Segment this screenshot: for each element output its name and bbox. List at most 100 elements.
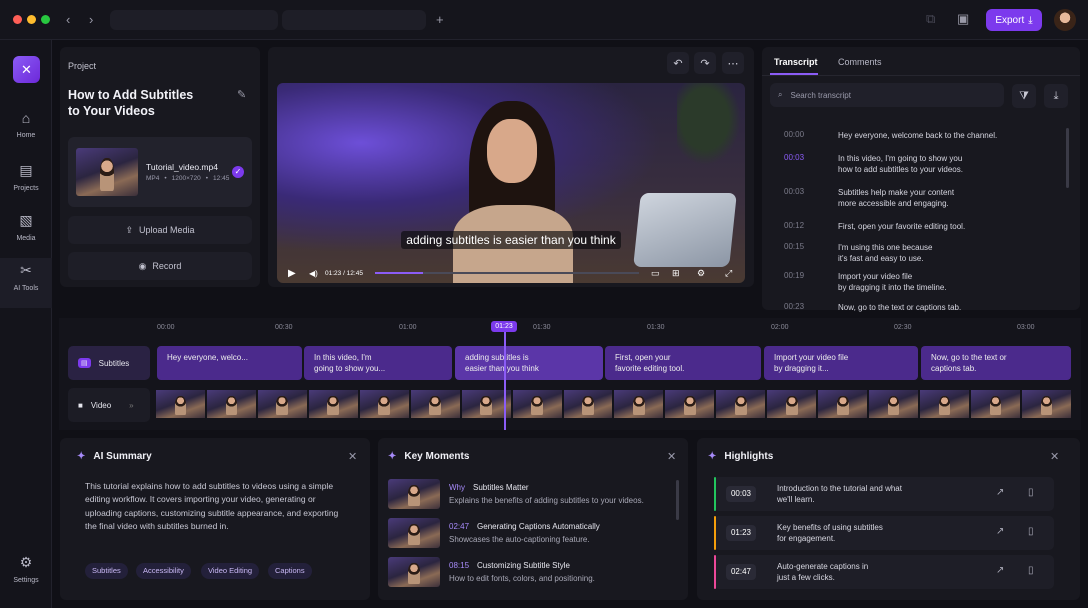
subtitles-icon: ▤ [78, 358, 91, 368]
project-title: How to Add Subtitles to Your Videos [68, 87, 193, 119]
key-moments-header: ✦ Key Moments [388, 451, 469, 462]
record-button[interactable]: ◉ Record [68, 252, 252, 280]
subtitles-toggle-icon[interactable]: ▭ [651, 268, 660, 279]
highlight-item[interactable]: 02:47 Auto-generate captions in just a few… [714, 555, 1054, 589]
settings-icon[interactable]: ⚙ [697, 268, 705, 279]
file-format: MP4 [146, 175, 160, 182]
highlight-line: for engagement. [777, 534, 836, 543]
frame-thumbnail [512, 390, 562, 418]
progress-bar[interactable] [375, 272, 639, 274]
subtitles-track-label[interactable]: ▤ Subtitles [68, 346, 150, 380]
transcript-time: 00:03 [784, 153, 805, 162]
bookmark-icon[interactable]: ▯ [1028, 526, 1034, 537]
sidebar-item-projects[interactable]: ▤ Projects [0, 158, 52, 204]
subtitle-clip[interactable]: Import your video file by dragging it... [764, 346, 918, 380]
clip-text: adding subtitles is [465, 353, 529, 362]
volume-icon[interactable]: ◀) [309, 269, 318, 278]
share-icon[interactable]: ↗ [996, 526, 1004, 537]
redo-icon[interactable]: ↷ [694, 52, 716, 74]
cast-icon[interactable]: ⧉ [926, 12, 935, 26]
share-icon[interactable]: ↗ [996, 565, 1004, 576]
undo-icon[interactable]: ↶ [667, 52, 689, 74]
highlight-item[interactable]: 01:23 Key benefits of using subtitles for … [714, 516, 1054, 550]
tab-transcript[interactable]: Transcript [774, 57, 818, 67]
subtitle-clip[interactable]: First, open your favorite editing tool. [605, 346, 761, 380]
media-file-card[interactable]: Tutorial_video.mp4 MP4 • 1200×720 • 12:45 [68, 137, 252, 207]
app-logo-icon[interactable]: ✕ [13, 56, 40, 83]
transcript-scrollbar[interactable] [1066, 128, 1069, 188]
close-icon[interactable]: ✕ [348, 450, 357, 463]
project-title-line: to Your Videos [68, 104, 155, 118]
maximize-window-button[interactable] [41, 15, 50, 24]
key-moment-item[interactable]: Why Subtitles Matter Explains the benefits… [388, 479, 668, 511]
sidebar-item-media[interactable]: ▧ Media [0, 208, 52, 254]
close-icon[interactable]: ✕ [1050, 450, 1059, 463]
chat-icon[interactable]: ▣ [957, 12, 969, 26]
transcript-text: Subtitles help make your content more acc… [838, 187, 954, 209]
address-bar[interactable] [110, 10, 278, 30]
transcript-time: 00:03 [784, 187, 805, 196]
moment-thumbnail [388, 557, 440, 587]
minimize-window-button[interactable] [27, 15, 36, 24]
track-collapse-icon[interactable]: » [129, 401, 133, 410]
summary-line: editing workflow. It covers importing yo… [85, 494, 316, 505]
upload-media-button[interactable]: ⇪ Upload Media [68, 216, 252, 244]
sparkle-icon: ✦ [388, 451, 397, 462]
video-track-label[interactable]: ■ Video » [68, 388, 150, 422]
highlight-text: Key benefits of using subtitles for engag… [777, 522, 883, 544]
tag-chip[interactable]: Captions [268, 563, 312, 579]
folder-icon: ▤ [19, 162, 33, 178]
key-moment-item[interactable]: 02:47 Generating Captions Automatically Sh… [388, 518, 668, 550]
search-transcript-input[interactable]: ⌕ Search transcript [770, 83, 1004, 107]
highlight-item[interactable]: 00:03 Introduction to the tutorial and wh… [714, 477, 1054, 511]
new-tab-plus-icon[interactable]: + [436, 13, 444, 27]
transcript-text: I'm using this one because it's fast and … [838, 242, 932, 264]
project-title-line: How to Add Subtitles [68, 88, 194, 102]
filter-icon[interactable]: ⧩ [1012, 84, 1036, 108]
tag-chip[interactable]: Subtitles [85, 563, 128, 579]
background-plant [677, 83, 745, 173]
key-moment-item[interactable]: 08:15 Customizing Subtitle Style How to ed… [388, 557, 668, 589]
fullscreen-icon[interactable]: ⤢ [725, 268, 732, 279]
tag-chip[interactable]: Accessibility [136, 563, 191, 579]
export-button[interactable]: Export ⤓ [986, 9, 1042, 31]
sidebar-item-home[interactable]: ⌂ Home [0, 106, 52, 152]
transcript-line: Now, go to the text or captions tab. [838, 303, 962, 312]
subtitle-clip[interactable]: Now, go to the text or captions tab. [921, 346, 1071, 380]
more-options-icon[interactable]: ⋯ [722, 52, 744, 74]
subtitle-clip[interactable]: In this video, I'm going to show you... [304, 346, 452, 380]
close-icon[interactable]: ✕ [667, 450, 676, 463]
user-avatar[interactable] [1054, 9, 1076, 31]
sidebar-item-label: Settings [13, 577, 39, 584]
moment-heading: Why Subtitles Matter [449, 483, 529, 492]
play-icon[interactable]: ▶ [288, 268, 296, 279]
transcript-text: In this video, I'm going to show you how … [838, 153, 963, 175]
subtitle-clip[interactable]: Hey everyone, welco... [157, 346, 302, 380]
video-filmstrip[interactable] [156, 390, 1071, 418]
moment-time: 08:15 [449, 561, 470, 570]
laptop [633, 193, 737, 267]
track-label-text: Subtitles [98, 358, 130, 368]
forward-arrow-icon[interactable]: › [89, 13, 93, 27]
layout-icon[interactable]: ⊞ [672, 268, 680, 279]
edit-pencil-icon[interactable]: ✎ [237, 88, 246, 102]
highlight-time: 02:47 [726, 564, 756, 580]
share-icon[interactable]: ↗ [996, 487, 1004, 498]
file-duration: 12:45 [213, 175, 230, 182]
tab-comments[interactable]: Comments [838, 57, 882, 67]
key-moments-scrollbar[interactable] [676, 480, 679, 520]
bookmark-icon[interactable]: ▯ [1028, 565, 1034, 576]
transcript-text: Hey everyone, welcome back to the channe… [838, 130, 997, 141]
subtitle-clip-active[interactable]: adding subtitles is easier than you think [455, 346, 603, 380]
back-arrow-icon[interactable]: ‹ [66, 13, 70, 27]
second-tab[interactable] [282, 10, 426, 30]
sidebar-item-ai-tools[interactable]: ✂ AI Tools [0, 258, 52, 308]
tag-chip[interactable]: Video Editing [201, 563, 260, 579]
bookmark-icon[interactable]: ▯ [1028, 487, 1034, 498]
highlight-line: Introduction to the tutorial and what [777, 484, 902, 493]
sidebar-item-settings[interactable]: ⚙ Settings [0, 550, 52, 596]
video-preview[interactable]: adding subtitles is easier than you thin… [277, 83, 745, 283]
playhead[interactable] [504, 326, 506, 430]
close-window-button[interactable] [13, 15, 22, 24]
download-icon[interactable]: ⤓ [1044, 84, 1068, 108]
